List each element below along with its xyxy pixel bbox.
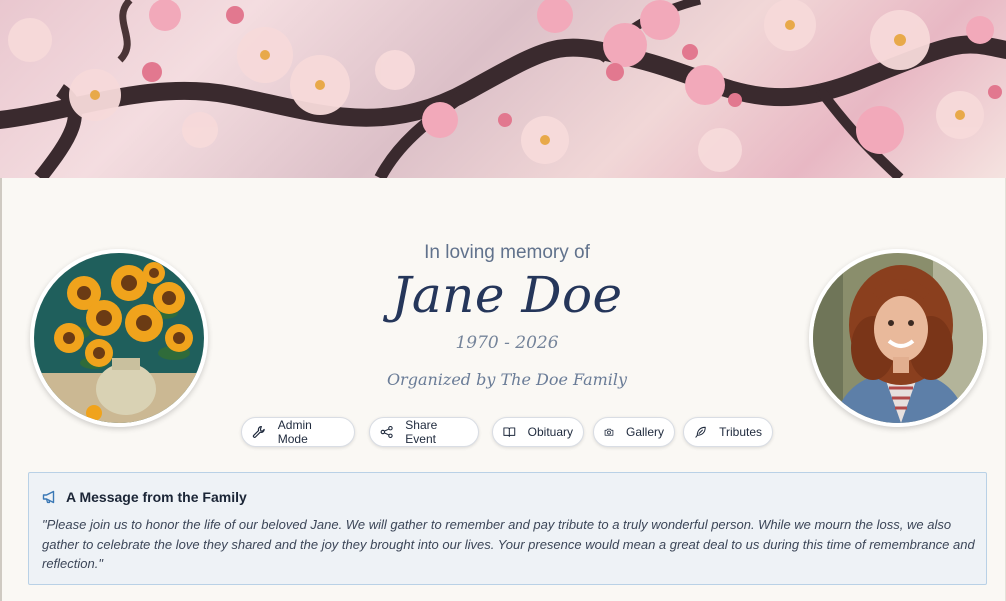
life-dates: 1970 - 2026 bbox=[455, 333, 559, 353]
camera-icon bbox=[604, 428, 614, 436]
share-event-button[interactable]: Share Event bbox=[369, 417, 479, 447]
family-message-header: A Message from the Family bbox=[42, 489, 247, 505]
gallery-label: Gallery bbox=[625, 425, 664, 439]
family-message-text: "Please join us to honor the life of our… bbox=[42, 517, 975, 571]
right-portrait-image bbox=[809, 249, 987, 427]
gallery-button[interactable]: Gallery bbox=[593, 417, 675, 447]
page-edge-left bbox=[0, 178, 2, 601]
left-portrait-image bbox=[30, 249, 208, 427]
tributes-label: Tributes bbox=[719, 425, 762, 439]
woman-portrait-photo bbox=[813, 253, 983, 423]
memorial-pre-title: In loving memory of bbox=[424, 242, 590, 263]
banner-image bbox=[0, 0, 1006, 178]
megaphone-icon bbox=[42, 490, 55, 504]
deceased-name: Jane Doe bbox=[391, 266, 623, 324]
wrench-icon bbox=[252, 426, 265, 438]
share-icon bbox=[380, 425, 393, 439]
share-event-label: Share Event bbox=[405, 418, 438, 446]
admin-mode-button[interactable]: Admin Mode bbox=[241, 417, 355, 447]
family-message-box: A Message from the Family "Please join u… bbox=[28, 472, 987, 585]
obituary-label: Obituary bbox=[527, 425, 573, 439]
tributes-button[interactable]: Tributes bbox=[683, 417, 773, 447]
cherry-blossom-artwork bbox=[0, 0, 1006, 178]
admin-mode-label: Admin Mode bbox=[277, 418, 312, 446]
feather-icon bbox=[695, 426, 706, 438]
sunflower-artwork bbox=[34, 253, 204, 423]
book-icon bbox=[503, 427, 516, 438]
action-button-row: Admin Mode Share Event Obituary Gallery … bbox=[0, 417, 1006, 449]
obituary-button[interactable]: Obituary bbox=[492, 417, 584, 447]
organizer-text: Organized by The Doe Family bbox=[386, 370, 628, 389]
family-message-title: A Message from the Family bbox=[66, 489, 247, 505]
